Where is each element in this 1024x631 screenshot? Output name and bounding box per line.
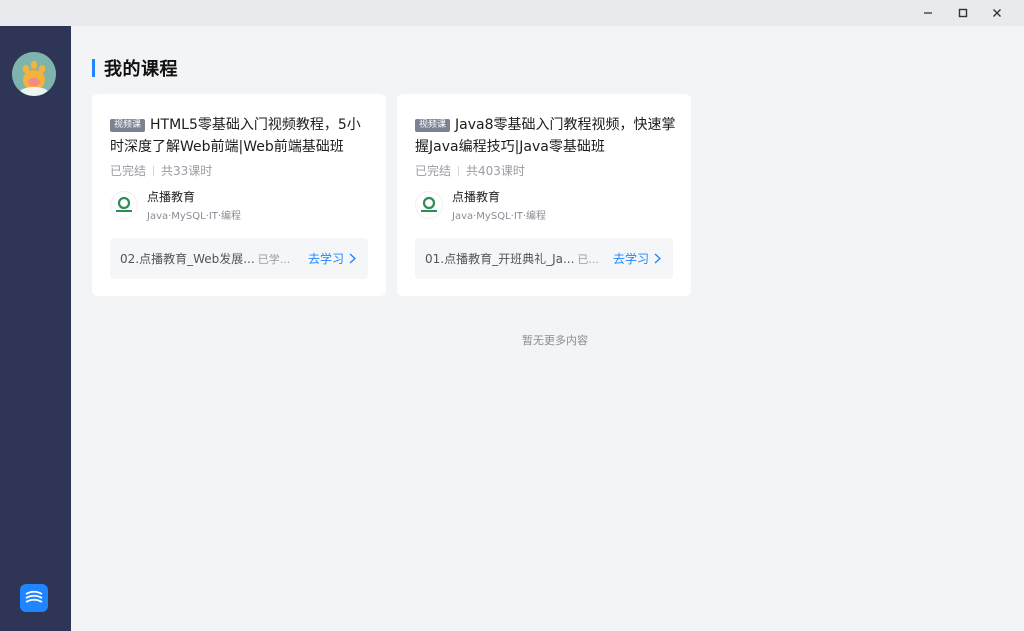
video-course-tag: 视频课 (415, 119, 451, 132)
institution-logo-icon (415, 191, 443, 219)
no-more-content: 暂无更多内容 (522, 334, 588, 347)
institution-name[interactable]: 点播教育 (147, 188, 195, 205)
last-lesson-box[interactable]: 02.点播教育_Web发展... 已学... 去学习 (110, 238, 368, 279)
last-lesson-title: 01.点播教育_开班典礼_Ja... (425, 252, 575, 266)
minimize-button[interactable] (911, 0, 945, 26)
close-icon (993, 9, 1001, 17)
video-course-tag: 视频课 (110, 119, 146, 132)
page-header: 我的课程 (92, 57, 178, 80)
last-lesson-box[interactable]: 01.点播教育_开班典礼_Ja... 已... 去学习 (415, 238, 673, 279)
maximize-button[interactable] (946, 0, 980, 26)
page-title: 我的课程 (104, 59, 178, 80)
last-lesson-status: 已... (577, 253, 599, 266)
institution-logo-icon (110, 191, 138, 219)
close-button[interactable] (980, 0, 1014, 26)
chevron-right-icon (654, 253, 661, 264)
chevron-right-icon (349, 253, 356, 264)
course-title[interactable]: 视频课 HTML5零基础入门视频教程，5小时深度了解Web前端|Web前端基础班 (110, 114, 372, 158)
main-content: 我的课程 视频课 HTML5零基础入门视频教程，5小时深度了解Web前端|Web前… (71, 26, 1024, 631)
course-title[interactable]: 视频课 Java8零基础入门教程视频，快速掌握Java编程技巧|Java零基础班 (415, 114, 677, 158)
minimize-icon (924, 12, 932, 14)
institution-tags: Java·MySQL·IT·编程 (147, 211, 242, 222)
institution-tags: Java·MySQL·IT·编程 (452, 211, 547, 222)
cat-paw-avatar-icon (12, 52, 56, 96)
last-lesson: 01.点播教育_开班典礼_Ja... 已... (425, 250, 599, 267)
course-title-text: Java8零基础入门教程视频，快速掌握Java编程技巧|Java零基础班 (415, 117, 676, 155)
maximize-icon (958, 8, 968, 18)
course-meta: 已完结 共403课时 (415, 162, 525, 179)
course-card[interactable]: 视频课 Java8零基础入门教程视频，快速掌握Java编程技巧|Java零基础班 … (397, 94, 691, 296)
go-study-button[interactable]: 去学习 (613, 250, 661, 267)
lesson-count: 共403课时 (466, 164, 525, 178)
go-study-label: 去学习 (612, 252, 649, 266)
title-accent (92, 59, 95, 77)
last-lesson-title: 02.点播教育_Web发展... (120, 252, 255, 266)
course-card[interactable]: 视频课 HTML5零基础入门视频教程，5小时深度了解Web前端|Web前端基础班 … (92, 94, 386, 296)
meta-divider (458, 165, 460, 176)
sidebar (0, 26, 71, 631)
course-meta: 已完结 共33课时 (110, 162, 212, 179)
last-lesson: 02.点播教育_Web发展... 已学... (120, 250, 290, 267)
app-logo-icon[interactable] (20, 584, 48, 612)
lesson-count: 共33课时 (161, 164, 213, 178)
go-study-label: 去学习 (307, 252, 344, 266)
course-status: 已完结 (415, 164, 452, 178)
avatar[interactable] (12, 52, 56, 96)
meta-divider (153, 165, 155, 176)
institution-name[interactable]: 点播教育 (452, 188, 500, 205)
title-bar (0, 0, 1024, 26)
go-study-button[interactable]: 去学习 (308, 250, 356, 267)
course-title-text: HTML5零基础入门视频教程，5小时深度了解Web前端|Web前端基础班 (110, 117, 361, 155)
course-status: 已完结 (110, 164, 147, 178)
last-lesson-status: 已学... (257, 253, 291, 266)
